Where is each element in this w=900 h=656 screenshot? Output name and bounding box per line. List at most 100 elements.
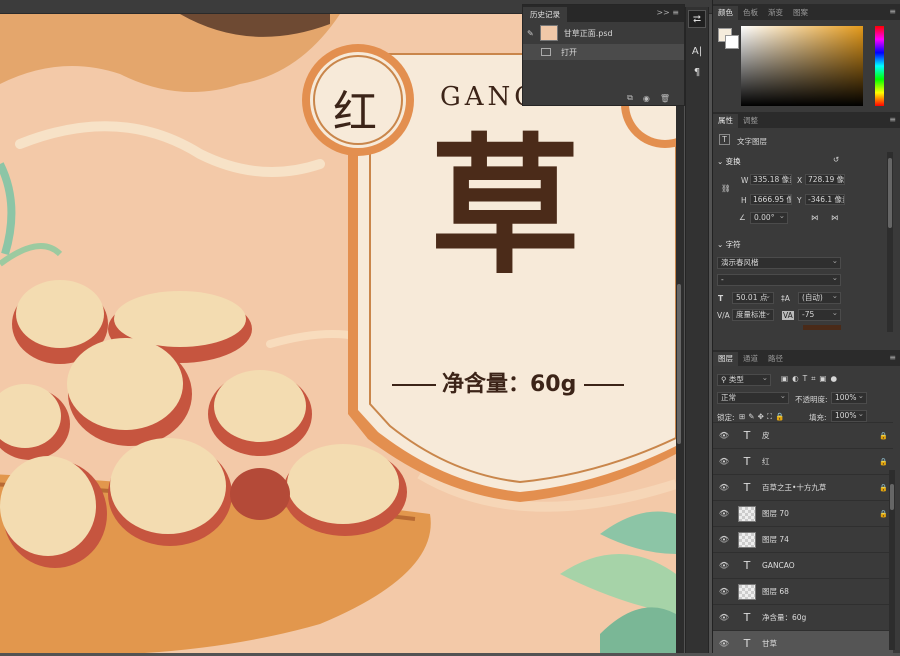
tab-color[interactable]: 颜色 — [713, 6, 738, 20]
history-snapshot[interactable]: ✎ 甘草正面.psd — [523, 22, 684, 44]
tab-swatches[interactable]: 色板 — [738, 6, 763, 20]
font-style-select[interactable]: - — [717, 273, 841, 286]
character-title: 字符 — [725, 240, 741, 249]
layer-thumbnail — [738, 505, 756, 522]
fill-field[interactable]: 100% — [831, 409, 867, 422]
layer-row[interactable]: 👁 T 甘草 — [713, 630, 893, 656]
transform-section-title[interactable]: ⌄ 变换 — [717, 156, 741, 167]
text-color-swatch[interactable] — [803, 325, 841, 330]
layer-row[interactable]: 👁 T 净含量：60g — [713, 604, 893, 630]
layer-name: 皮 — [762, 431, 770, 440]
layer-row[interactable]: 👁 图层 70 🔒 — [713, 500, 893, 526]
hue-slider[interactable] — [875, 26, 884, 106]
opacity-label: 不透明度: — [795, 395, 828, 404]
layers-menu-icon[interactable]: ≡ — [889, 353, 896, 362]
visibility-eye-icon[interactable]: 👁 — [713, 639, 735, 648]
tab-paths[interactable]: 路径 — [763, 352, 788, 366]
tab-history[interactable]: 历史记录 — [523, 7, 567, 22]
text-layer-icon: T — [743, 559, 751, 572]
tab-pattern[interactable]: 图案 — [788, 6, 813, 20]
layer-name: 百草之王•十方九草 — [762, 483, 827, 492]
width-field[interactable]: 335.18 像素 — [750, 174, 792, 185]
history-panel-icon[interactable]: ⮂ — [688, 10, 706, 28]
properties-menu-icon[interactable]: ≡ — [889, 115, 896, 124]
new-document-icon[interactable]: ⧉ — [627, 93, 633, 103]
paragraph-panel-icon[interactable]: ¶ — [688, 63, 706, 81]
visibility-eye-icon[interactable]: 👁 — [713, 535, 735, 544]
history-step[interactable]: 打开 — [523, 44, 684, 60]
camera-icon[interactable]: ◉ — [643, 94, 650, 103]
menu-icon[interactable]: ≡ — [672, 8, 679, 17]
layer-row[interactable]: 👁 图层 74 — [713, 526, 893, 552]
snapshot-label: 甘草正面.psd — [563, 28, 613, 38]
background-swatch[interactable] — [725, 35, 739, 49]
lock-icons[interactable]: ⊞✎✥⛶🔒 — [739, 412, 787, 422]
leading-field[interactable]: (自动) — [798, 291, 841, 304]
h-label: H — [741, 196, 747, 205]
expand-icon[interactable]: >> — [656, 8, 669, 17]
snapshot-thumbnail — [539, 25, 558, 41]
flip-vertical-icon[interactable]: ⋈ — [831, 213, 839, 222]
angle-field[interactable]: 0.00° — [750, 211, 788, 224]
layer-row[interactable]: 👁 图层 68 — [713, 578, 893, 604]
filter-icons[interactable]: ▣◐T⌗▣● — [781, 374, 841, 384]
tab-channels[interactable]: 通道 — [738, 352, 763, 366]
visibility-eye-icon[interactable]: 👁 — [713, 483, 735, 492]
character-section-title[interactable]: ⌄ 字符 — [717, 239, 741, 250]
height-field[interactable]: 1666.95 像素 — [750, 194, 792, 205]
visibility-eye-icon[interactable]: 👁 — [713, 457, 735, 466]
badge-char: 红 — [333, 87, 377, 138]
visibility-eye-icon[interactable]: 👁 — [713, 587, 735, 596]
brand-big-char: 草 — [430, 119, 581, 295]
link-icon[interactable]: ⛓ — [721, 184, 731, 193]
text-layer-icon: T — [743, 637, 751, 650]
history-panel: 历史记录 >> ≡ ✎ 甘草正面.psd 打开 ⧉ ◉ 🗑 — [522, 4, 685, 106]
font-size-icon: T — [718, 294, 724, 303]
color-field[interactable] — [741, 26, 863, 106]
font-size-field[interactable]: 50.01 点 — [732, 291, 774, 304]
kerning-field[interactable]: 度量标准 — [732, 308, 774, 321]
flip-horizontal-icon[interactable]: ⋈ — [811, 213, 819, 222]
layer-name: GANCAO — [762, 561, 795, 570]
tab-properties[interactable]: 属性 — [713, 114, 738, 128]
layer-row[interactable]: 👁 T 皮 🔒 — [713, 422, 893, 448]
reset-icon[interactable]: ↺ — [833, 155, 839, 164]
layer-row[interactable]: 👁 T 百草之王•十方九草 🔒 — [713, 474, 893, 500]
tracking-field[interactable]: -75 — [798, 308, 841, 321]
layer-name: 净含量：60g — [762, 613, 807, 622]
tab-layers[interactable]: 图层 — [713, 352, 738, 366]
color-menu-icon[interactable]: ≡ — [889, 7, 896, 16]
canvas-scrollbar[interactable] — [676, 14, 684, 653]
font-family-select[interactable]: 演示春风楷 — [717, 256, 841, 269]
x-field[interactable]: 728.19 像素 — [805, 174, 845, 185]
visibility-eye-icon[interactable]: 👁 — [713, 431, 735, 440]
w-label: W — [741, 176, 749, 185]
document-canvas[interactable]: 红 GANCAO 草 净含量：60g — [0, 14, 676, 653]
tab-gradient[interactable]: 渐变 — [763, 6, 788, 20]
text-layer-icon: T — [719, 134, 730, 145]
tab-adjustments[interactable]: 调整 — [738, 114, 763, 128]
net-weight-line: 净含量：60g — [392, 366, 625, 398]
character-panel-icon[interactable]: A| — [688, 42, 706, 60]
trash-icon[interactable]: 🗑 — [660, 94, 670, 103]
opacity-field[interactable]: 100% — [831, 391, 867, 404]
layer-row[interactable]: 👁 T 红 🔒 — [713, 448, 893, 474]
properties-panel: 属性 调整 ≡ T 文字图层 ⌄ 变换 ↺ ⛓ W 335.18 像素 X 72… — [713, 112, 900, 338]
rule-right — [584, 384, 625, 386]
visibility-eye-icon[interactable]: 👁 — [713, 561, 735, 570]
step-icon — [541, 48, 551, 56]
y-field[interactable]: -346.1 像素 — [805, 194, 845, 205]
visibility-eye-icon[interactable]: 👁 — [713, 613, 735, 622]
text-layer-icon: T — [743, 455, 751, 468]
text-layer-icon: T — [743, 481, 751, 494]
layer-filter-select[interactable]: ⚲ 类型 — [717, 373, 771, 386]
layers-scrollbar[interactable] — [889, 470, 895, 650]
panel-menu-icon[interactable]: >> ≡ — [656, 8, 679, 17]
panel-icon-strip: ⮂ A| ¶ — [685, 7, 709, 653]
layer-row[interactable]: 👁 T GANCAO — [713, 552, 893, 578]
brush-icon: ✎ — [527, 28, 534, 38]
visibility-eye-icon[interactable]: 👁 — [713, 509, 735, 518]
properties-scrollbar[interactable] — [887, 152, 893, 332]
blend-mode-select[interactable]: 正常 — [717, 391, 789, 404]
